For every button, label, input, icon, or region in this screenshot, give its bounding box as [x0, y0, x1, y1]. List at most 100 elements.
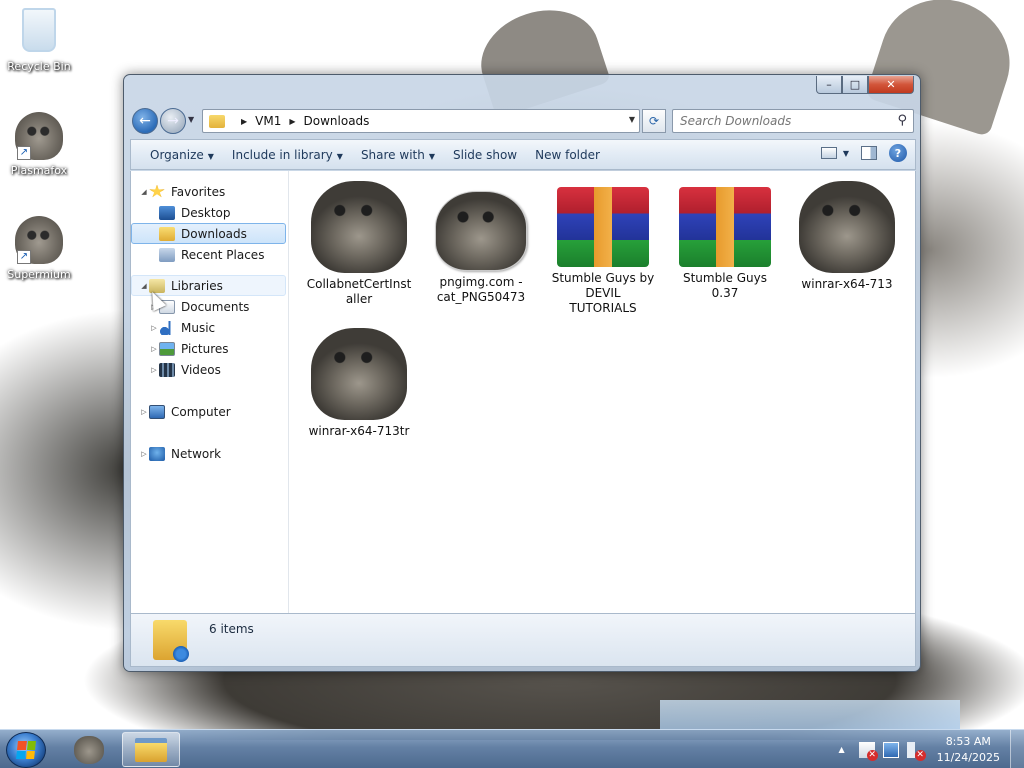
search-icon[interactable]: ⚲: [897, 113, 907, 128]
preview-pane-icon[interactable]: [861, 146, 877, 160]
clock-time: 8:53 AM: [945, 734, 991, 748]
cat-image-icon: [435, 191, 527, 271]
file-list: CollabnetCertInstaller pngimg.com - cat_…: [290, 171, 915, 613]
search-box[interactable]: ⚲: [672, 109, 914, 133]
start-button[interactable]: [6, 732, 46, 768]
file-name: pngimg.com - cat_PNG50473: [436, 275, 526, 304]
change-view-icon[interactable]: [820, 147, 837, 159]
include-in-library-menu[interactable]: Include in library ▼: [223, 148, 352, 162]
file-item[interactable]: winrar-x64-713tr: [306, 328, 412, 439]
view-options-dropdown[interactable]: ▼: [843, 149, 849, 158]
tree-label: Downloads: [181, 226, 247, 241]
cat-image-icon: [311, 181, 407, 273]
pictures-icon: [159, 341, 175, 356]
file-item[interactable]: winrar-x64-713: [794, 181, 900, 292]
address-history-dropdown[interactable]: ▼: [629, 115, 635, 124]
file-name: winrar-x64-713: [801, 277, 893, 291]
show-desktop-button[interactable]: [1010, 730, 1024, 768]
system-tray: ▲ 8:53 AM 11/24/2025: [838, 730, 1024, 768]
maximize-button[interactable]: □: [842, 76, 868, 94]
explorer-window: – □ ✕ ← → ▼ ▶ VM1 ▶ Downloads ▼ ⟳ ⚲ Orga…: [123, 74, 921, 672]
expand-arrow-icon[interactable]: ▷: [139, 450, 149, 458]
item-count: 6 items: [209, 622, 254, 636]
share-with-menu[interactable]: Share with ▼: [352, 148, 444, 162]
shortcut-arrow-icon: ↗: [17, 146, 31, 160]
expand-arrow-icon[interactable]: ▷: [149, 345, 159, 353]
cat-image-icon: [799, 181, 895, 273]
videos-icon: [159, 362, 175, 377]
forward-button[interactable]: →: [160, 108, 186, 134]
minimize-button[interactable]: –: [816, 76, 842, 94]
desktop-icon-supermium[interactable]: ↗ Supermium: [1, 216, 77, 281]
breadcrumb-separator-icon[interactable]: ▶: [241, 117, 247, 126]
tree-label: Documents: [181, 299, 250, 314]
windows-logo-icon: [16, 741, 36, 759]
tree-recent-places[interactable]: Recent Places: [131, 244, 288, 265]
taskbar: ▲ 8:53 AM 11/24/2025: [0, 729, 1024, 768]
tree-label: Pictures: [181, 341, 229, 356]
tree-label: Videos: [181, 362, 221, 377]
tree-videos[interactable]: ▷ Videos: [131, 359, 288, 380]
taskbar-app-cat[interactable]: [60, 732, 118, 767]
tree-computer[interactable]: ▷ Computer: [131, 401, 288, 422]
refresh-button[interactable]: ⟳: [642, 109, 666, 133]
network-status-icon[interactable]: [882, 741, 899, 758]
collapse-arrow-icon[interactable]: ◢: [139, 188, 149, 196]
desktop-icon: [159, 205, 175, 220]
shortcut-arrow-icon: ↗: [17, 250, 31, 264]
tree-pictures[interactable]: ▷ Pictures: [131, 338, 288, 359]
action-center-icon[interactable]: [858, 741, 878, 761]
star-icon: [149, 184, 165, 198]
tree-label: Libraries: [171, 278, 223, 293]
file-item[interactable]: pngimg.com - cat_PNG50473: [428, 181, 534, 305]
breadcrumb-separator-icon[interactable]: ▶: [289, 117, 295, 126]
view-controls: ▼ ?: [820, 144, 907, 162]
show-hidden-icons-button[interactable]: ▲: [838, 745, 844, 754]
breadcrumb-vm1[interactable]: VM1: [255, 114, 281, 128]
network-icon: [149, 446, 165, 461]
folder-icon: [209, 114, 225, 128]
address-bar[interactable]: ▶ VM1 ▶ Downloads ▼: [202, 109, 640, 133]
file-item[interactable]: CollabnetCertInstaller: [306, 181, 412, 307]
navigation-pane: ◢ Favorites Desktop Downloads Recent Pla…: [131, 171, 289, 613]
tree-network[interactable]: ▷ Network: [131, 443, 288, 464]
include-in-library-label: Include in library: [231, 147, 333, 162]
slide-show-button[interactable]: Slide show: [444, 148, 526, 162]
tree-music[interactable]: ▷ Music: [131, 317, 288, 338]
chevron-down-icon: ▼: [428, 151, 435, 161]
desktop-icon-label: Plasmafox: [10, 164, 68, 177]
file-item[interactable]: Stumble Guys by DEVIL TUTORIALS: [550, 181, 656, 316]
clock[interactable]: 8:53 AM 11/24/2025: [937, 734, 1000, 766]
file-item[interactable]: Stumble Guys 0.37: [672, 181, 778, 301]
chevron-down-icon: ▼: [207, 151, 214, 161]
expand-arrow-icon[interactable]: ▷: [149, 324, 159, 332]
desktop-icon-plasmafox[interactable]: ↗ Plasmafox: [1, 112, 77, 177]
desktop-icon-label: Supermium: [7, 268, 71, 281]
tree-favorites[interactable]: ◢ Favorites: [131, 181, 288, 202]
organize-label: Organize: [150, 147, 204, 162]
back-button[interactable]: ←: [132, 108, 158, 134]
desktop-icon-recycle-bin[interactable]: Recycle Bin: [1, 6, 77, 73]
expand-arrow-icon[interactable]: ▷: [149, 366, 159, 374]
organize-menu[interactable]: Organize ▼: [141, 148, 223, 162]
tree-label: Music: [181, 320, 216, 335]
tree-label: Recent Places: [181, 247, 265, 262]
volume-muted-icon[interactable]: [906, 741, 926, 761]
expand-arrow-icon[interactable]: ▷: [139, 408, 149, 416]
breadcrumb-downloads[interactable]: Downloads: [304, 114, 370, 128]
details-pane: 6 items: [130, 613, 916, 667]
cat-shortcut-icon: ↗: [15, 112, 63, 160]
cat-shortcut-icon: ↗: [15, 216, 63, 264]
help-button[interactable]: ?: [889, 144, 907, 162]
file-name: Stumble Guys by DEVIL TUTORIALS: [551, 271, 655, 315]
collapse-arrow-icon[interactable]: ◢: [139, 282, 149, 290]
search-input[interactable]: [680, 114, 880, 128]
recent-pages-dropdown[interactable]: ▼: [188, 115, 194, 124]
tree-desktop[interactable]: Desktop: [131, 202, 288, 223]
new-folder-button[interactable]: New folder: [526, 148, 609, 162]
tree-label: Computer: [171, 404, 231, 419]
tree-downloads[interactable]: Downloads: [131, 223, 286, 244]
window-caption-buttons: – □ ✕: [816, 76, 914, 94]
taskbar-windows-explorer[interactable]: [122, 732, 180, 767]
close-button[interactable]: ✕: [868, 76, 914, 94]
